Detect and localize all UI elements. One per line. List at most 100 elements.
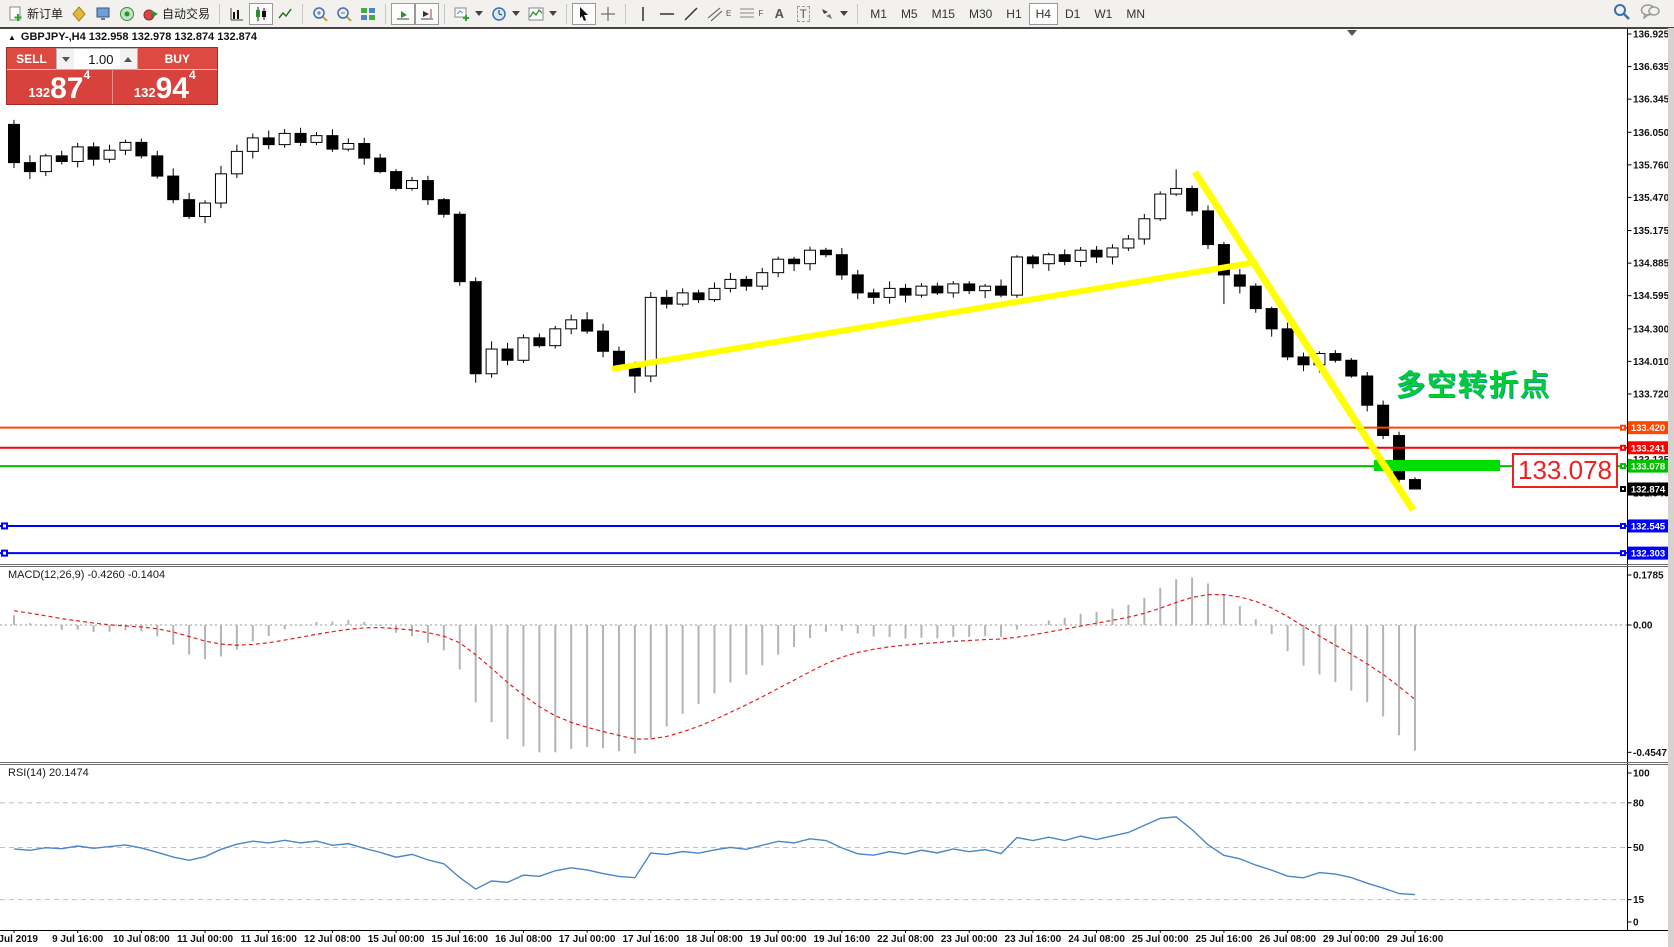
toolbar: 新订单 自动交易: [0, 0, 1674, 28]
tile-windows-button[interactable]: [356, 3, 380, 25]
new-order-icon: [8, 6, 24, 22]
timeframe-MN[interactable]: MN: [1119, 3, 1152, 25]
text-button[interactable]: A: [767, 3, 791, 25]
chevron-down-icon: [62, 57, 70, 62]
window-edge: [1668, 28, 1674, 947]
new-chart-dropdown[interactable]: [450, 3, 487, 25]
buy-price[interactable]: 132 94 4: [113, 70, 218, 104]
chart-canvas[interactable]: 136.925136.635136.345136.050135.760135.4…: [0, 0, 1674, 947]
trendline-icon: [683, 6, 699, 22]
sell-button[interactable]: SELL: [7, 48, 56, 70]
signal-icon: [119, 6, 135, 22]
svg-text:29 Jul 16:00: 29 Jul 16:00: [1387, 934, 1444, 945]
svg-text:136.635: 136.635: [1633, 62, 1670, 73]
timeframe-D1[interactable]: D1: [1058, 3, 1087, 25]
svg-text:24 Jul 08:00: 24 Jul 08:00: [1068, 934, 1125, 945]
chart-shift-button[interactable]: [415, 3, 439, 25]
line-chart-button[interactable]: [273, 3, 297, 25]
svg-text:29 Jul 00:00: 29 Jul 00:00: [1323, 934, 1380, 945]
cursor-button[interactable]: [572, 3, 596, 25]
main-chart-pane[interactable]: [0, 30, 1627, 557]
toolbar-separator: [857, 4, 858, 24]
timeframe-H1[interactable]: H1: [999, 3, 1028, 25]
mt4-window: { "toolbar": { "new_order": "新订单", "auto…: [0, 0, 1674, 947]
turning-point-annotation[interactable]: 多空转折点: [1396, 362, 1551, 404]
trendline-button[interactable]: [679, 3, 703, 25]
svg-text:100: 100: [1633, 769, 1650, 780]
svg-text:11 Jul 16:00: 11 Jul 16:00: [241, 934, 298, 945]
gold-seal-button[interactable]: [67, 3, 91, 25]
zoom-in-button[interactable]: [308, 3, 332, 25]
buy-button[interactable]: BUY: [138, 48, 218, 70]
rsi-pane[interactable]: [0, 803, 1627, 900]
one-click-trading-panel: SELL 1.00 BUY 132 87 4 132 94 4: [6, 47, 218, 105]
indicators-dropdown[interactable]: [524, 3, 561, 25]
arrows-icon: [819, 6, 835, 22]
timeframe-M5[interactable]: M5: [894, 3, 925, 25]
timeframe-M15[interactable]: M15: [925, 3, 962, 25]
chart-title[interactable]: ▲ GBPJPY-,H4 132.958 132.978 132.874 132…: [8, 31, 257, 43]
auto-trading-button[interactable]: 自动交易: [139, 3, 214, 25]
timeframe-M1[interactable]: M1: [863, 3, 894, 25]
buy-price-prefix: 132: [134, 85, 156, 100]
periods-dropdown[interactable]: [487, 3, 524, 25]
time-axis[interactable]: 9 Jul 20199 Jul 16:0010 Jul 08:0011 Jul …: [0, 930, 1444, 945]
volume-down-button[interactable]: [57, 49, 74, 69]
text-label-button[interactable]: T: [791, 3, 815, 25]
vertical-line-button[interactable]: [631, 3, 655, 25]
svg-text:-0.4547: -0.4547: [1633, 748, 1667, 759]
svg-text:134.010: 134.010: [1633, 357, 1670, 368]
shift-marker-icon[interactable]: [1347, 30, 1357, 36]
new-order-button[interactable]: 新订单: [4, 3, 67, 25]
horizontal-line-button[interactable]: [655, 3, 679, 25]
svg-text:132.874: 132.874: [1631, 484, 1666, 495]
arrows-dropdown[interactable]: [815, 3, 852, 25]
signals-button[interactable]: [115, 3, 139, 25]
svg-text:134.300: 134.300: [1633, 324, 1670, 335]
svg-text:22 Jul 08:00: 22 Jul 08:00: [877, 934, 934, 945]
trendline-down[interactable]: [1195, 172, 1413, 510]
candlestick-button[interactable]: [249, 3, 273, 25]
auto-scroll-button[interactable]: [391, 3, 415, 25]
svg-text:133.720: 133.720: [1633, 389, 1670, 400]
trendline-up[interactable]: [612, 262, 1257, 369]
sell-price-prefix: 132: [28, 85, 50, 100]
sell-price[interactable]: 132 87 4: [7, 70, 113, 104]
volume-input[interactable]: 1.00: [74, 49, 120, 69]
chat-icon[interactable]: [1640, 3, 1660, 24]
monitor-icon: [95, 6, 111, 22]
timeframe-W1[interactable]: W1: [1087, 3, 1119, 25]
fibonacci-button[interactable]: F: [735, 3, 767, 25]
crosshair-button[interactable]: [596, 3, 620, 25]
rsi-label: RSI(14) 20.1474: [8, 767, 89, 779]
price-callout-box[interactable]: 133.078: [1512, 453, 1618, 488]
collapse-panel-icon[interactable]: ▲: [8, 33, 16, 42]
fibonacci-icon: [739, 6, 755, 22]
zoom-out-button[interactable]: [332, 3, 356, 25]
svg-text:10 Jul 08:00: 10 Jul 08:00: [113, 934, 170, 945]
sell-price-sup: 4: [83, 68, 90, 82]
volume-up-button[interactable]: [120, 49, 137, 69]
bar-chart-button[interactable]: [225, 3, 249, 25]
svg-text:15: 15: [1633, 895, 1645, 906]
cursor-icon: [576, 6, 592, 22]
label-tool-icon: T: [797, 6, 810, 22]
toolbar-separator: [385, 4, 386, 24]
timeframe-M30[interactable]: M30: [962, 3, 999, 25]
macd-pane[interactable]: [0, 578, 1627, 754]
green-zone[interactable]: [1374, 460, 1500, 471]
new-order-label: 新订单: [27, 5, 63, 22]
dropdown-arrow-icon: [549, 11, 557, 16]
svg-text:18 Jul 08:00: 18 Jul 08:00: [686, 934, 743, 945]
search-icon[interactable]: [1613, 3, 1630, 25]
channel-button[interactable]: E: [703, 3, 735, 25]
chart-shift-icon: [419, 6, 435, 22]
timeframe-H4[interactable]: H4: [1029, 3, 1058, 25]
svg-text:16 Jul 08:00: 16 Jul 08:00: [495, 934, 552, 945]
svg-text:9 Jul 16:00: 9 Jul 16:00: [52, 934, 104, 945]
axes: 136.925136.635136.345136.050135.760135.4…: [0, 29, 1674, 946]
tile-windows-icon: [360, 6, 376, 22]
svg-text:15 Jul 16:00: 15 Jul 16:00: [431, 934, 488, 945]
market-watch-button[interactable]: [91, 3, 115, 25]
svg-text:11 Jul 00:00: 11 Jul 00:00: [177, 934, 234, 945]
